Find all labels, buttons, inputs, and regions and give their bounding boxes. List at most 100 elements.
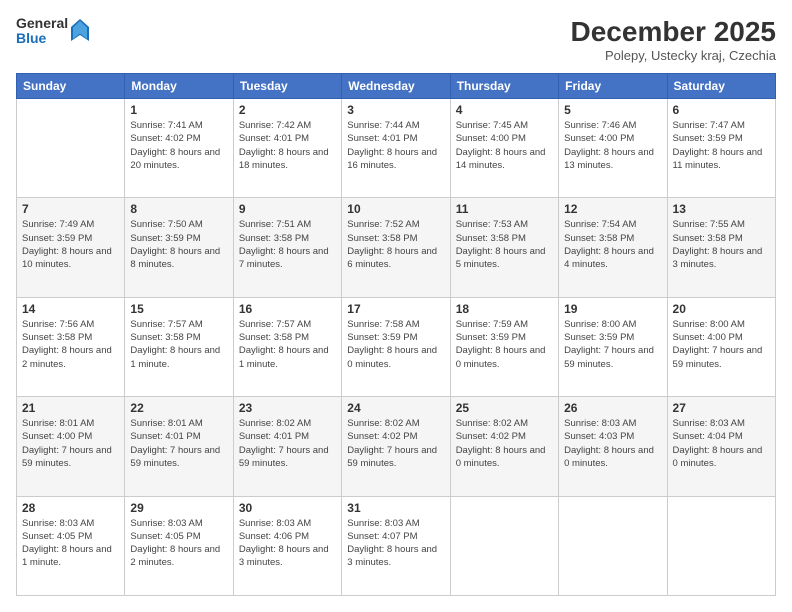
table-row: 1Sunrise: 7:41 AMSunset: 4:02 PMDaylight… [125, 99, 233, 198]
day-info: Sunrise: 7:46 AMSunset: 4:00 PMDaylight:… [564, 119, 661, 172]
day-number: 30 [239, 501, 336, 515]
col-monday: Monday [125, 74, 233, 99]
table-row: 31Sunrise: 8:03 AMSunset: 4:07 PMDayligh… [342, 496, 450, 595]
day-number: 8 [130, 202, 227, 216]
logo-text: General Blue [16, 16, 68, 47]
table-row: 28 Sunrise: 8:03 AMSunset: 4:05 PMDayligh… [17, 496, 125, 595]
table-row: 24 Sunrise: 8:02 AMSunset: 4:02 PMDayligh… [342, 397, 450, 496]
table-row: 26Sunrise: 8:03 AMSunset: 4:03 PMDayligh… [559, 397, 667, 496]
table-row: 4Sunrise: 7:45 AMSunset: 4:00 PMDaylight… [450, 99, 558, 198]
day-info: Sunrise: 8:00 AMSunset: 4:00 PMDaylight:… [673, 318, 770, 371]
day-info: Sunrise: 8:02 AMSunset: 4:01 PMDaylight:… [239, 417, 336, 470]
col-saturday: Saturday [667, 74, 775, 99]
day-info: Sunrise: 8:01 AMSunset: 4:00 PMDaylight:… [22, 417, 119, 470]
day-info: Sunrise: 8:02 AMSunset: 4:02 PMDaylight:… [347, 417, 444, 470]
day-info: Sunrise: 7:45 AMSunset: 4:00 PMDaylight:… [456, 119, 553, 172]
day-number: 28 [22, 501, 119, 515]
col-sunday: Sunday [17, 74, 125, 99]
day-info: Sunrise: 7:59 AMSunset: 3:59 PMDaylight:… [456, 318, 553, 371]
day-number: 3 [347, 103, 444, 117]
day-info: Sunrise: 7:55 AMSunset: 3:58 PMDaylight:… [673, 218, 770, 271]
col-thursday: Thursday [450, 74, 558, 99]
calendar-header-row: Sunday Monday Tuesday Wednesday Thursday… [17, 74, 776, 99]
table-row [667, 496, 775, 595]
table-row [559, 496, 667, 595]
day-number: 29 [130, 501, 227, 515]
title-section: December 2025 Polepy, Ustecky kraj, Czec… [571, 16, 776, 63]
day-number: 6 [673, 103, 770, 117]
day-number: 11 [456, 202, 553, 216]
month-title: December 2025 [571, 16, 776, 48]
day-info: Sunrise: 7:53 AMSunset: 3:58 PMDaylight:… [456, 218, 553, 271]
table-row: 30Sunrise: 8:03 AMSunset: 4:06 PMDayligh… [233, 496, 341, 595]
day-info: Sunrise: 8:00 AMSunset: 3:59 PMDaylight:… [564, 318, 661, 371]
calendar-week-row: 1Sunrise: 7:41 AMSunset: 4:02 PMDaylight… [17, 99, 776, 198]
table-row: 21 Sunrise: 8:01 AMSunset: 4:00 PMDayligh… [17, 397, 125, 496]
logo: General Blue [16, 16, 89, 47]
calendar-week-row: 28 Sunrise: 8:03 AMSunset: 4:05 PMDayligh… [17, 496, 776, 595]
day-info: Sunrise: 7:57 AMSunset: 3:58 PMDaylight:… [130, 318, 227, 371]
table-row: 7Sunrise: 7:49 AMSunset: 3:59 PMDaylight… [17, 198, 125, 297]
day-number: 18 [456, 302, 553, 316]
day-info: Sunrise: 8:03 AMSunset: 4:03 PMDaylight:… [564, 417, 661, 470]
table-row: 18 Sunrise: 7:59 AMSunset: 3:59 PMDayligh… [450, 297, 558, 396]
day-info: Sunrise: 8:03 AMSunset: 4:05 PMDaylight:… [22, 517, 119, 570]
day-number: 1 [130, 103, 227, 117]
day-info: Sunrise: 7:54 AMSunset: 3:58 PMDaylight:… [564, 218, 661, 271]
table-row: 19 Sunrise: 8:00 AMSunset: 3:59 PMDayligh… [559, 297, 667, 396]
table-row: 14 Sunrise: 7:56 AMSunset: 3:58 PMDayligh… [17, 297, 125, 396]
calendar-week-row: 7Sunrise: 7:49 AMSunset: 3:59 PMDaylight… [17, 198, 776, 297]
logo-general: General [16, 16, 68, 31]
day-number: 2 [239, 103, 336, 117]
day-number: 12 [564, 202, 661, 216]
day-number: 9 [239, 202, 336, 216]
day-info: Sunrise: 7:49 AMSunset: 3:59 PMDaylight:… [22, 218, 119, 271]
day-number: 13 [673, 202, 770, 216]
col-tuesday: Tuesday [233, 74, 341, 99]
calendar-table: Sunday Monday Tuesday Wednesday Thursday… [16, 73, 776, 596]
calendar-week-row: 14 Sunrise: 7:56 AMSunset: 3:58 PMDayligh… [17, 297, 776, 396]
day-number: 23 [239, 401, 336, 415]
day-number: 16 [239, 302, 336, 316]
day-info: Sunrise: 7:42 AMSunset: 4:01 PMDaylight:… [239, 119, 336, 172]
day-info: Sunrise: 8:02 AMSunset: 4:02 PMDaylight:… [456, 417, 553, 470]
day-number: 19 [564, 302, 661, 316]
day-number: 22 [130, 401, 227, 415]
table-row: 23 Sunrise: 8:02 AMSunset: 4:01 PMDayligh… [233, 397, 341, 496]
table-row: 27 Sunrise: 8:03 AMSunset: 4:04 PMDayligh… [667, 397, 775, 496]
day-info: Sunrise: 8:03 AMSunset: 4:05 PMDaylight:… [130, 517, 227, 570]
day-number: 15 [130, 302, 227, 316]
day-info: Sunrise: 7:51 AMSunset: 3:58 PMDaylight:… [239, 218, 336, 271]
logo-blue: Blue [16, 31, 68, 46]
day-number: 5 [564, 103, 661, 117]
table-row: 17Sunrise: 7:58 AMSunset: 3:59 PMDayligh… [342, 297, 450, 396]
day-number: 27 [673, 401, 770, 415]
table-row: 9 Sunrise: 7:51 AMSunset: 3:58 PMDaylight… [233, 198, 341, 297]
table-row: 29 Sunrise: 8:03 AMSunset: 4:05 PMDayligh… [125, 496, 233, 595]
table-row: 2 Sunrise: 7:42 AMSunset: 4:01 PMDaylight… [233, 99, 341, 198]
table-row: 3 Sunrise: 7:44 AMSunset: 4:01 PMDaylight… [342, 99, 450, 198]
header: General Blue December 2025 Polepy, Ustec… [16, 16, 776, 63]
table-row: 11 Sunrise: 7:53 AMSunset: 3:58 PMDayligh… [450, 198, 558, 297]
day-info: Sunrise: 7:56 AMSunset: 3:58 PMDaylight:… [22, 318, 119, 371]
day-info: Sunrise: 7:50 AMSunset: 3:59 PMDaylight:… [130, 218, 227, 271]
table-row: 13 Sunrise: 7:55 AMSunset: 3:58 PMDayligh… [667, 198, 775, 297]
table-row: 10Sunrise: 7:52 AMSunset: 3:58 PMDayligh… [342, 198, 450, 297]
day-number: 10 [347, 202, 444, 216]
table-row: 22Sunrise: 8:01 AMSunset: 4:01 PMDayligh… [125, 397, 233, 496]
day-number: 24 [347, 401, 444, 415]
day-info: Sunrise: 7:47 AMSunset: 3:59 PMDaylight:… [673, 119, 770, 172]
day-number: 31 [347, 501, 444, 515]
day-number: 21 [22, 401, 119, 415]
day-info: Sunrise: 7:57 AMSunset: 3:58 PMDaylight:… [239, 318, 336, 371]
table-row: 6 Sunrise: 7:47 AMSunset: 3:59 PMDaylight… [667, 99, 775, 198]
table-row: 5 Sunrise: 7:46 AMSunset: 4:00 PMDaylight… [559, 99, 667, 198]
table-row [17, 99, 125, 198]
day-info: Sunrise: 7:58 AMSunset: 3:59 PMDaylight:… [347, 318, 444, 371]
day-number: 14 [22, 302, 119, 316]
day-number: 20 [673, 302, 770, 316]
day-info: Sunrise: 7:44 AMSunset: 4:01 PMDaylight:… [347, 119, 444, 172]
day-number: 25 [456, 401, 553, 415]
page: General Blue December 2025 Polepy, Ustec… [0, 0, 792, 612]
day-info: Sunrise: 8:03 AMSunset: 4:04 PMDaylight:… [673, 417, 770, 470]
